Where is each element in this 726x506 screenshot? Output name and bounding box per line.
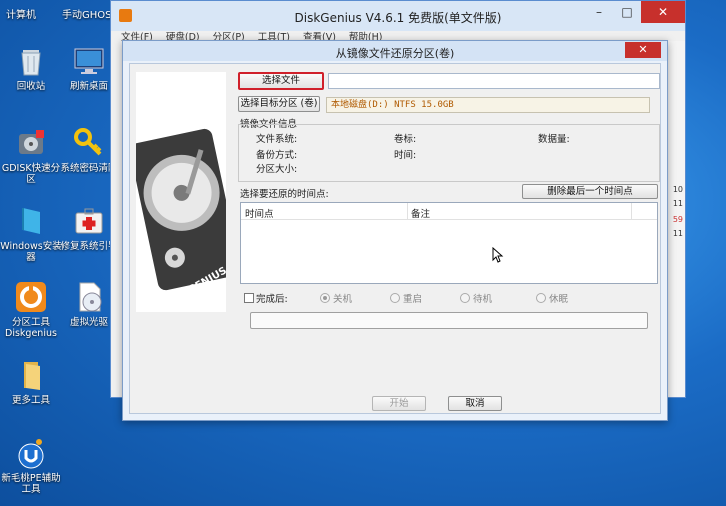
- restore-point-label: 选择要还原的时间点:: [240, 189, 329, 200]
- column-divider: [407, 203, 408, 220]
- column-time-point[interactable]: 时间点: [245, 206, 274, 220]
- strip-value: 11: [672, 229, 683, 238]
- list-header: 时间点 备注: [241, 203, 657, 220]
- choose-file-button[interactable]: 选择文件: [238, 72, 324, 90]
- after-complete-checkbox[interactable]: [244, 293, 254, 303]
- strip-value: 11: [672, 199, 683, 208]
- target-partition-value: 本地磁盘(D:) NTFS 15.0GB: [326, 97, 650, 113]
- dialog-close-button[interactable]: ✕: [625, 42, 661, 58]
- radio-restart-label: 重启: [403, 294, 423, 305]
- desktop-icon-more-tools[interactable]: 更多工具: [0, 358, 62, 406]
- data-amount-label: 数据量:: [538, 134, 570, 145]
- backup-mode-label: 备份方式:: [256, 150, 298, 161]
- delete-last-time-point-button[interactable]: 删除最后一个时间点: [522, 184, 658, 199]
- desktop-icon-label: 新毛桃PE辅助工具: [1, 473, 61, 495]
- filesystem-label: 文件系统:: [256, 134, 298, 145]
- pe-tool-icon: [14, 436, 48, 470]
- file-path-input[interactable]: [328, 73, 660, 89]
- desktop-icon-gdisk[interactable]: GDISK快速分区: [0, 126, 62, 185]
- partition-size-label: 分区大小:: [256, 164, 298, 175]
- restore-partition-dialog: 从镜像文件还原分区(卷) ✕ DISK GENIUS 选择文件 选择目标分区 (…: [122, 40, 668, 421]
- dialog-body: DISK GENIUS 选择文件 选择目标分区 (卷) 本地磁盘(D:) NTF…: [129, 63, 661, 414]
- mouse-cursor-icon: [492, 247, 504, 263]
- strip-value: 59: [672, 215, 683, 224]
- desktop-icon-label: 更多工具: [11, 395, 50, 406]
- virtual-drive-icon: [72, 280, 106, 314]
- column-divider: [631, 203, 632, 220]
- windows-installer-icon: [14, 204, 48, 238]
- gdisk-icon: [14, 126, 48, 160]
- right-panel-strip: 10 11 59 11: [667, 41, 685, 397]
- desktop-icon-recycle-bin[interactable]: 回收站: [0, 44, 62, 92]
- column-note[interactable]: 备注: [411, 206, 430, 220]
- image-info-group: [238, 124, 660, 182]
- strip-value: 10: [672, 185, 683, 194]
- recycle-bin-icon: [14, 44, 48, 78]
- start-button[interactable]: 开始: [372, 396, 426, 411]
- desktop-icon-pe-tool[interactable]: 新毛桃PE辅助工具: [0, 436, 62, 495]
- desktop-icon-label: Windows安装器: [0, 241, 62, 263]
- dialog-titlebar: 从镜像文件还原分区(卷) ✕: [123, 41, 667, 61]
- desktop-icon-label: 回收站: [16, 81, 46, 92]
- radio-standby[interactable]: [460, 293, 470, 303]
- close-button[interactable]: ✕: [641, 1, 685, 23]
- key-icon: [72, 126, 106, 160]
- dialog-title: 从镜像文件还原分区(卷): [335, 47, 455, 60]
- radio-hibernate[interactable]: [536, 293, 546, 303]
- desktop-icon-windows-installer[interactable]: Windows安装器: [0, 204, 62, 263]
- radio-standby-label: 待机: [473, 294, 493, 305]
- radio-hibernate-label: 休眠: [549, 294, 569, 305]
- minimize-button[interactable]: –: [585, 1, 613, 23]
- time-point-list[interactable]: 时间点 备注: [240, 202, 658, 284]
- radio-restart[interactable]: [390, 293, 400, 303]
- time-label: 时间:: [394, 150, 417, 161]
- radio-shutdown[interactable]: [320, 293, 330, 303]
- after-complete-label: 完成后:: [256, 294, 288, 305]
- desktop-icon-diskgenius[interactable]: 分区工具Diskgenius: [0, 280, 62, 339]
- cancel-button[interactable]: 取消: [448, 396, 502, 411]
- maximize-button[interactable]: □: [613, 1, 641, 23]
- desktop-label-computer[interactable]: 计算机: [6, 6, 36, 21]
- main-titlebar: DiskGenius V4.6.1 免费版(单文件版) – □ ✕: [111, 1, 685, 31]
- hard-disk-illustration: DISK GENIUS: [136, 72, 226, 312]
- radio-shutdown-label: 关机: [333, 294, 353, 305]
- desktop-icon-label: GDISK快速分区: [1, 163, 61, 185]
- desktop-icon-label: 分区工具Diskgenius: [5, 317, 57, 339]
- progress-bar: [250, 312, 648, 329]
- disk-genius-side-image: DISK GENIUS: [136, 72, 226, 312]
- choose-target-partition-button[interactable]: 选择目标分区 (卷): [238, 96, 320, 112]
- first-aid-icon: [72, 204, 106, 238]
- volume-label: 卷标:: [394, 134, 417, 145]
- diskgenius-icon: [14, 280, 48, 314]
- folder-icon: [14, 358, 48, 392]
- monitor-icon: [72, 44, 106, 78]
